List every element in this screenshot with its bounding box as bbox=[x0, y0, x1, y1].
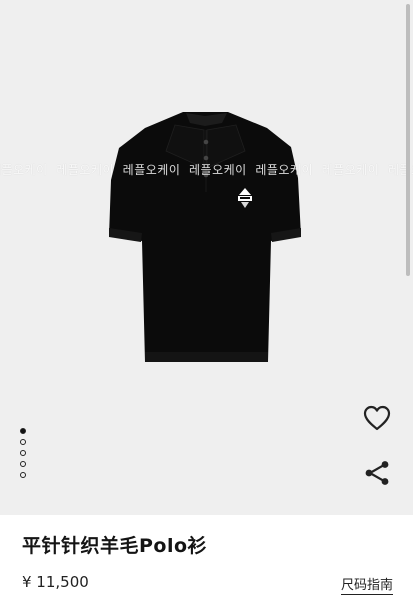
slide-dot[interactable] bbox=[20, 450, 26, 456]
share-icon bbox=[365, 461, 389, 485]
slide-dot-active[interactable] bbox=[20, 428, 26, 434]
slide-dot[interactable] bbox=[20, 472, 26, 478]
slide-dot[interactable] bbox=[20, 439, 26, 445]
product-image-polo-shirt bbox=[109, 112, 301, 362]
slide-indicator bbox=[20, 428, 28, 478]
favorite-button[interactable] bbox=[360, 401, 394, 435]
vertical-scrollbar[interactable] bbox=[406, 4, 410, 276]
product-price: ¥ 11,500 bbox=[22, 573, 89, 591]
heart-icon bbox=[363, 405, 391, 431]
product-image-gallery[interactable]: 레플오케이 레플오케이 레플오케이 레플오케이 레플오케이 레플오케이 레플오케… bbox=[0, 0, 413, 515]
product-title: 平针针织羊毛Polo衫 bbox=[22, 535, 208, 557]
size-guide-link[interactable]: 尺码指南 bbox=[341, 574, 394, 595]
slide-dot[interactable] bbox=[20, 461, 26, 467]
share-button[interactable] bbox=[360, 456, 394, 490]
